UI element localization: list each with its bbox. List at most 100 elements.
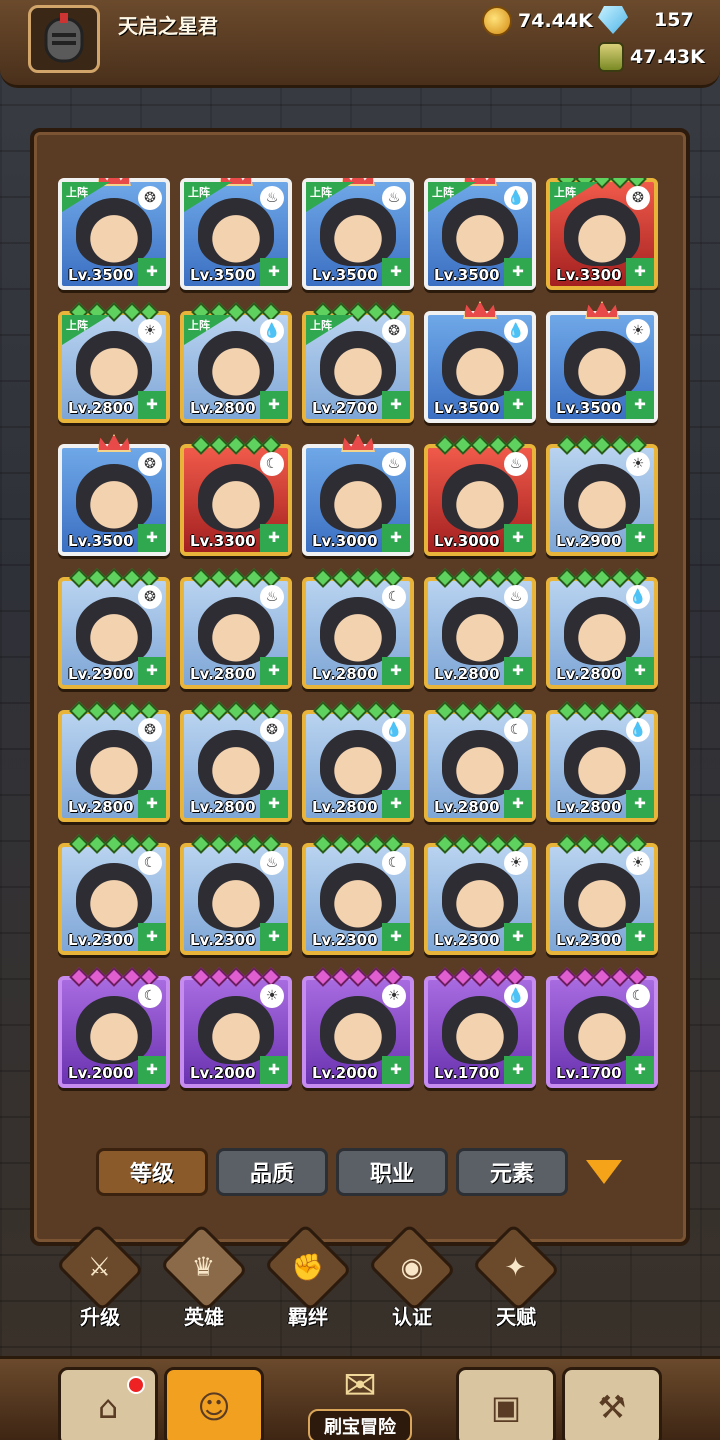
hero-portrait (76, 597, 152, 665)
hero-card[interactable]: 💧 ✚ Lv.2800 (546, 701, 658, 822)
hero-card[interactable]: ☾ ✚ Lv.2300 (302, 834, 414, 955)
hero-portrait (442, 464, 518, 532)
filter-quality-tab[interactable]: 品质 (216, 1148, 328, 1196)
hero-card[interactable]: ♨ ✚ Lv.2800 (180, 568, 292, 689)
hero-card[interactable]: ☾ ✚ Lv.3300 (180, 435, 292, 556)
filter-class-tab[interactable]: 职业 (336, 1148, 448, 1196)
star-row (435, 568, 525, 588)
star-icon (348, 834, 368, 854)
inventory-button[interactable]: ▣ (456, 1367, 556, 1440)
top-bar: 天启之星君 74.44K 157 47.43K (0, 0, 720, 88)
hero-card[interactable]: 💧 ✚ Lv.2800 (302, 701, 414, 822)
star-icon (226, 834, 246, 854)
subnav-upgrade[interactable]: ⚔ 升级 (50, 1223, 150, 1330)
hero-portrait (442, 996, 518, 1064)
hero-card[interactable]: ♨ ✚ Lv.2800 (424, 568, 536, 689)
hero-card[interactable]: ❂ ✚ Lv.3500 (58, 434, 170, 556)
hero-card[interactable]: 上阵 ❂ ✚ Lv.3300 (546, 178, 658, 290)
star-icon (226, 435, 246, 455)
water-element-icon: 💧 (504, 186, 528, 210)
sort-toggle-icon[interactable] (586, 1160, 622, 1184)
hero-portrait (320, 198, 396, 266)
hero-card[interactable]: ☾ ✚ Lv.2800 (424, 701, 536, 822)
hero-card[interactable]: ☾ ✚ Lv.2800 (302, 568, 414, 689)
hero-level: Lv.2300 (434, 931, 500, 949)
hero-card[interactable]: ❂ ✚ Lv.2800 (180, 701, 292, 822)
hero-level: Lv.3500 (68, 266, 134, 284)
eye-icon: ◉ (400, 1252, 424, 1283)
crown-icon (585, 301, 619, 319)
subnav-bond[interactable]: ✊ 羁绊 (258, 1223, 358, 1330)
star-icon (435, 701, 455, 721)
light-element-icon: ☀ (626, 851, 650, 875)
hero-level: Lv.2800 (68, 399, 134, 417)
hero-card[interactable]: ☀ ✚ Lv.2300 (424, 834, 536, 955)
star-icon (435, 435, 455, 455)
hero-card[interactable]: ☾ ✚ Lv.2000 (58, 967, 170, 1088)
hero-card[interactable]: 💧 ✚ Lv.1700 (424, 967, 536, 1088)
hero-grid-scroll[interactable]: 上阵 ❂ ✚ Lv.3500 上阵 ♨ ✚ Lv.3500 上阵 ♨ ✚ Lv.3500 上阵 💧 ✚ Lv.… (58, 178, 664, 1140)
hero-card[interactable]: ☾ ✚ Lv.2300 (58, 834, 170, 955)
hero-card[interactable]: ♨ ✚ Lv.3000 (302, 434, 414, 556)
subnav-talent[interactable]: ✦ 天赋 (466, 1223, 566, 1330)
shop-button[interactable]: ⌂ (58, 1367, 158, 1440)
hero-card[interactable]: ☀ ✚ Lv.2000 (180, 967, 292, 1088)
hero-card[interactable]: 💧 ✚ Lv.3500 (424, 301, 536, 423)
hero-card[interactable]: 上阵 ❂ ✚ Lv.2700 (302, 302, 414, 423)
hero-portrait (198, 863, 274, 931)
hero-card[interactable]: 上阵 💧 ✚ Lv.2800 (180, 302, 292, 423)
hero-level: Lv.2800 (190, 399, 256, 417)
hero-card[interactable]: 上阵 💧 ✚ Lv.3500 (424, 178, 536, 290)
hero-card[interactable]: ☾ ✚ Lv.1700 (546, 967, 658, 1088)
hero-card[interactable]: ☀ ✚ Lv.3500 (546, 301, 658, 423)
star-icon (348, 302, 368, 322)
hero-portrait (564, 730, 640, 798)
water-element-icon: 💧 (260, 319, 284, 343)
hero-card[interactable]: 💧 ✚ Lv.2800 (546, 568, 658, 689)
hero-level: Lv.2900 (68, 665, 134, 683)
hero-card[interactable]: 上阵 ❂ ✚ Lv.3500 (58, 178, 170, 290)
filter-level-tab[interactable]: 等级 (96, 1148, 208, 1196)
filter-element-tab[interactable]: 元素 (456, 1148, 568, 1196)
crown-icon (341, 434, 375, 452)
subnav-hero[interactable]: ♛ 英雄 (154, 1223, 254, 1330)
water-element-icon: 💧 (626, 718, 650, 742)
star-icon (191, 701, 211, 721)
hero-card[interactable]: ♨ ✚ Lv.3000 (424, 435, 536, 556)
star-icon (191, 568, 211, 588)
hero-level: Lv.2900 (556, 532, 622, 550)
light-element-icon: ☀ (138, 319, 162, 343)
hero-card[interactable]: ☀ ✚ Lv.2900 (546, 435, 658, 556)
hero-card[interactable]: 上阵 ♨ ✚ Lv.3500 (180, 178, 292, 290)
star-icon (470, 967, 490, 987)
role-icon: ✚ (260, 790, 288, 818)
star-row (313, 967, 403, 987)
star-row (313, 568, 403, 588)
knight-helmet-icon (44, 13, 84, 63)
gold-resource[interactable]: 74.44K (482, 6, 593, 36)
hero-portrait-icon: ☺ (197, 1388, 231, 1426)
light-element-icon: ☀ (260, 984, 284, 1008)
treasure-adventure-button[interactable]: ✉ 刷宝冒险 (268, 1359, 452, 1440)
hero-card[interactable]: ❂ ✚ Lv.2800 (58, 701, 170, 822)
hero-card[interactable]: ☀ ✚ Lv.2000 (302, 967, 414, 1088)
gem-resource[interactable]: 157 (598, 6, 694, 34)
hero-card[interactable]: ❂ ✚ Lv.2900 (58, 568, 170, 689)
subnav-certify[interactable]: ◉ 认证 (362, 1223, 462, 1330)
player-avatar[interactable] (28, 5, 100, 73)
hero-card[interactable]: 上阵 ☀ ✚ Lv.2800 (58, 302, 170, 423)
hero-level: Lv.2800 (312, 665, 378, 683)
water-element-icon: 💧 (626, 585, 650, 609)
heroes-button[interactable]: ☺ (164, 1367, 264, 1440)
role-icon: ✚ (504, 524, 532, 552)
hero-card[interactable]: ♨ ✚ Lv.2300 (180, 834, 292, 955)
potion-resource[interactable]: 47.43K (598, 42, 705, 72)
hero-card[interactable]: ☀ ✚ Lv.2300 (546, 834, 658, 955)
role-icon: ✚ (260, 1056, 288, 1084)
hero-card[interactable]: 上阵 ♨ ✚ Lv.3500 (302, 178, 414, 290)
role-icon: ✚ (626, 391, 654, 419)
hero-portrait (320, 464, 396, 532)
treasure-map-icon: ✉ (343, 1363, 377, 1409)
gold-coin-icon (482, 6, 512, 36)
forge-button[interactable]: ⚒ (562, 1367, 662, 1440)
